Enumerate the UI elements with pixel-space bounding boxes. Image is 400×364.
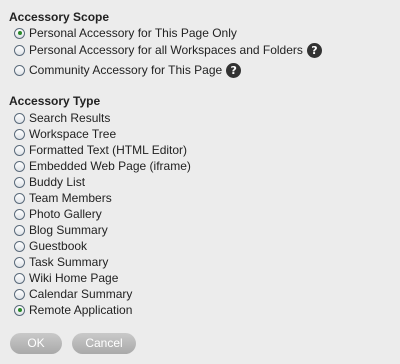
type-option-label: Formatted Text (HTML Editor) [29,143,188,157]
type-radio[interactable] [14,160,25,172]
type-radio[interactable] [14,128,25,140]
scope-option-label: Personal Accessory for This Page Only [29,26,237,40]
cancel-button[interactable]: Cancel [72,333,136,354]
type-radio[interactable] [14,176,25,188]
type-option-search-results[interactable]: Search Results [14,110,110,126]
type-option-label: Wiki Home Page [29,271,119,285]
type-option-buddy-list[interactable]: Buddy List [14,174,85,190]
type-option-workspace-tree[interactable]: Workspace Tree [14,126,116,142]
type-option-label: Search Results [29,111,111,125]
type-radio[interactable] [14,256,25,268]
help-icon[interactable]: ? [306,42,322,58]
type-option-label: Embedded Web Page (iframe) [29,159,191,173]
accessory-scope-heading: Accessory Scope [9,10,110,24]
type-radio[interactable] [14,240,25,252]
type-radio[interactable] [14,288,25,300]
type-radio[interactable] [14,224,25,236]
type-option-label: Remote Application [29,303,133,317]
type-option-label: Team Members [29,191,112,205]
type-radio[interactable] [14,112,25,124]
type-option-team-members[interactable]: Team Members [14,190,112,206]
accessory-type-heading: Accessory Type [9,94,101,108]
scope-option-label: Personal Accessory for all Workspaces an… [29,43,303,57]
type-option-embedded-web-page[interactable]: Embedded Web Page (iframe) [14,158,191,174]
type-option-label: Blog Summary [29,223,108,237]
scope-radio-community-page[interactable] [14,64,25,76]
type-option-wiki-home-page[interactable]: Wiki Home Page [14,270,118,286]
ok-button[interactable]: OK [10,333,62,354]
type-radio[interactable] [14,304,25,316]
type-option-label: Guestbook [29,239,88,253]
type-option-remote-application[interactable]: Remote Application [14,302,132,318]
scope-radio-personal-page[interactable] [14,27,25,39]
scope-option-personal-all[interactable]: Personal Accessory for all Workspaces an… [14,42,322,58]
scope-option-label: Community Accessory for This Page [29,63,223,77]
type-option-guestbook[interactable]: Guestbook [14,238,87,254]
type-option-label: Task Summary [29,255,109,269]
type-option-label: Buddy List [29,175,86,189]
type-option-formatted-text[interactable]: Formatted Text (HTML Editor) [14,142,187,158]
scope-option-personal-page[interactable]: Personal Accessory for This Page Only [14,25,237,41]
type-radio[interactable] [14,192,25,204]
scope-radio-personal-all[interactable] [14,44,25,56]
type-option-calendar-summary[interactable]: Calendar Summary [14,286,132,302]
type-option-task-summary[interactable]: Task Summary [14,254,108,270]
type-radio[interactable] [14,272,25,284]
type-option-label: Photo Gallery [29,207,102,221]
type-option-label: Workspace Tree [29,127,117,141]
help-icon[interactable]: ? [226,62,242,78]
type-option-blog-summary[interactable]: Blog Summary [14,222,108,238]
type-radio[interactable] [14,208,25,220]
type-radio[interactable] [14,144,25,156]
type-option-label: Calendar Summary [29,287,133,301]
scope-option-community-page[interactable]: Community Accessory for This Page ? [14,62,242,78]
type-option-photo-gallery[interactable]: Photo Gallery [14,206,102,222]
